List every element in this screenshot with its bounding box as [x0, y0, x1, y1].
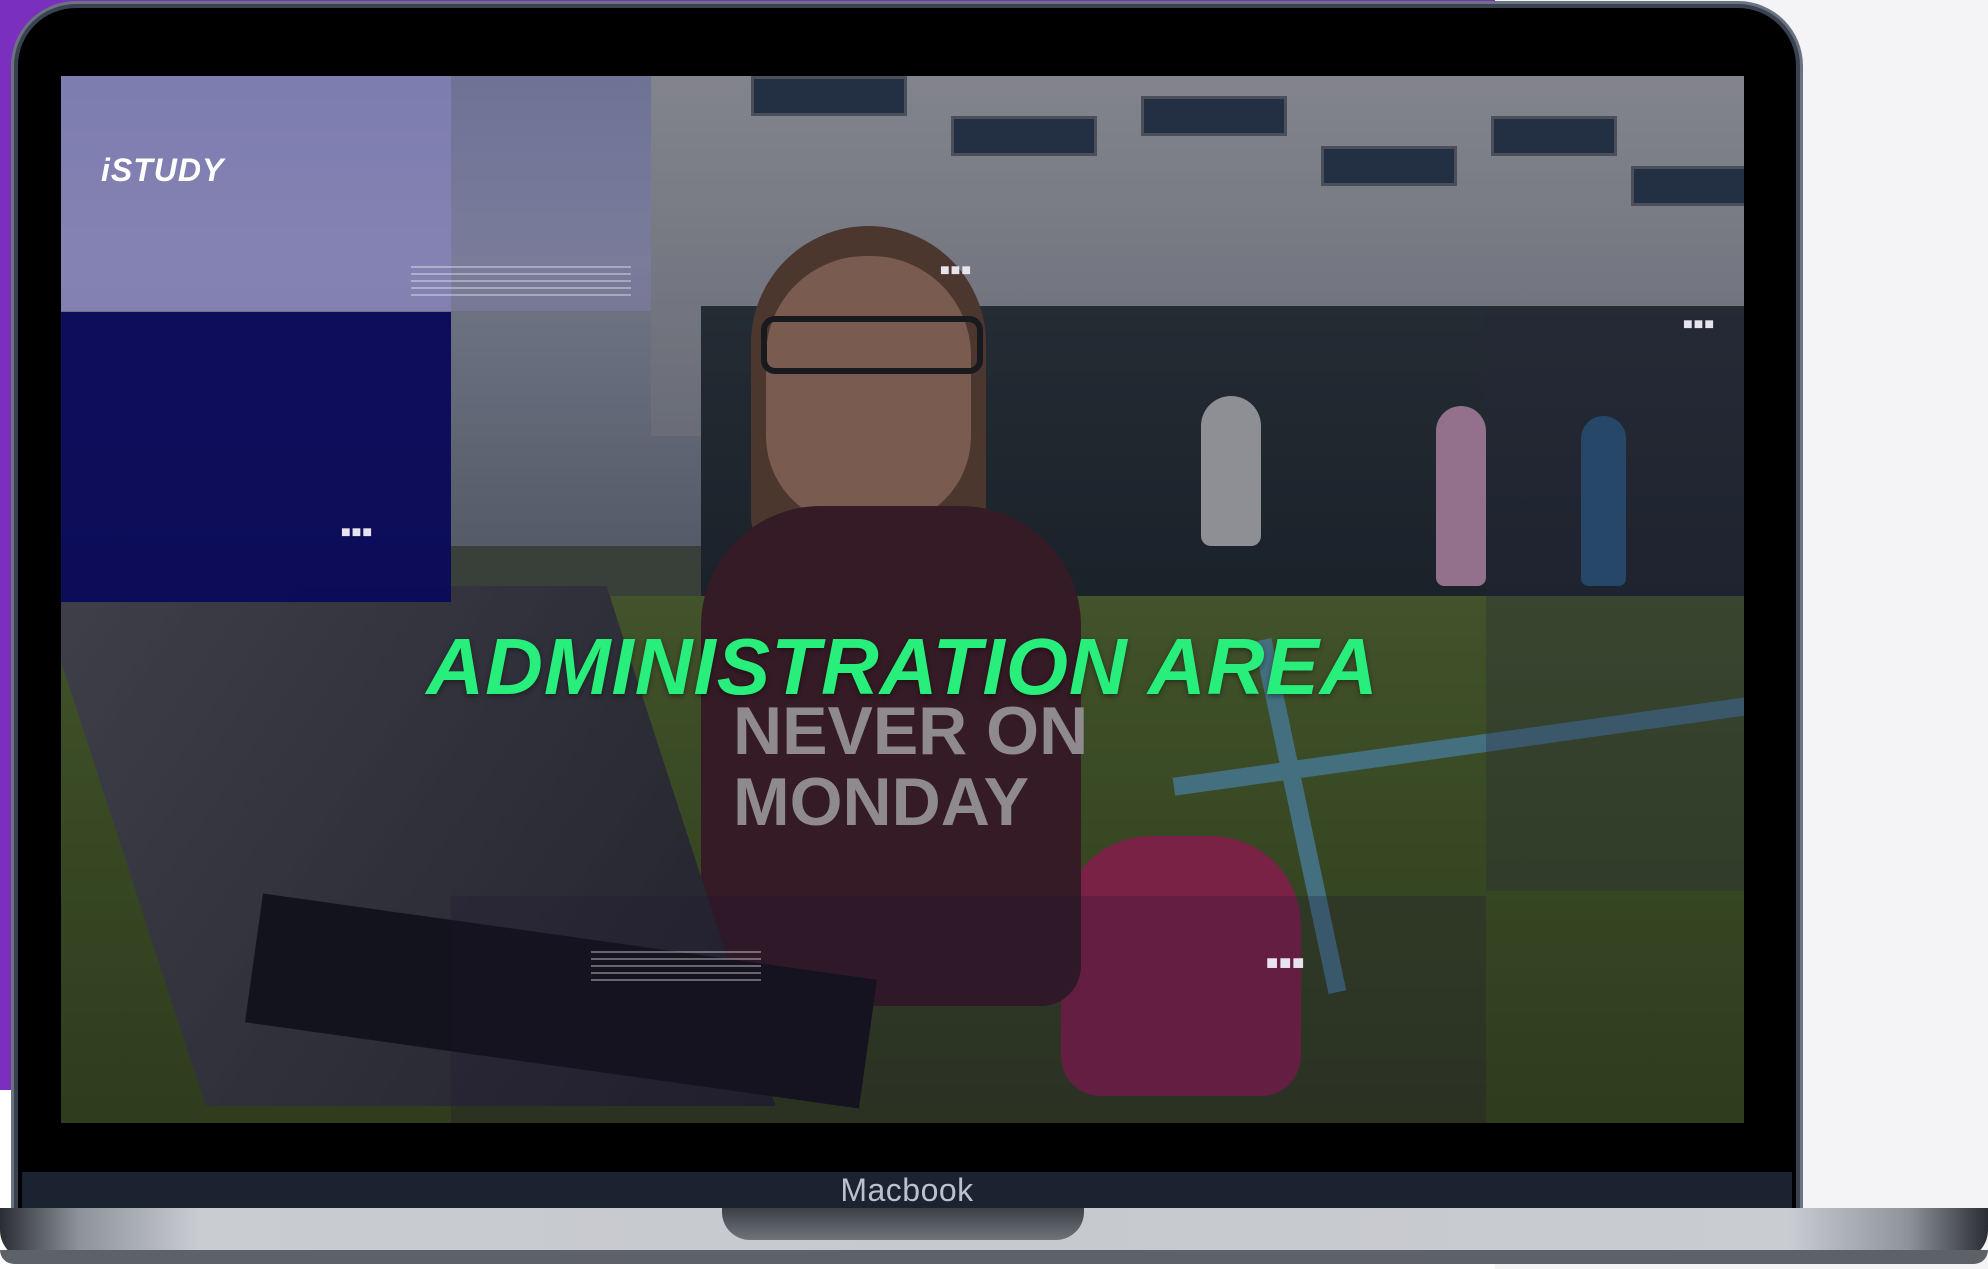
caption-text: [411, 266, 631, 296]
right-overlay-panel: [1486, 311, 1744, 891]
laptop-screen: NEVER ON MONDAY iSTUDY ■■■ ■■■ ■■■ ■■■ A…: [61, 76, 1744, 1123]
violet-overlay-panel: [61, 76, 451, 311]
dots-marker: ■■■: [940, 262, 972, 279]
headline: ADMINISTRATION AREA: [426, 622, 1379, 711]
istudy-logo: iSTUDY: [101, 152, 225, 188]
caption-text: [591, 951, 761, 981]
dots-marker: ■■■: [341, 524, 373, 541]
dots-marker: ■■■: [1683, 316, 1715, 333]
navy-overlay-panel: [61, 312, 451, 602]
laptop-base-lip: [0, 1250, 1988, 1264]
device-label: Macbook: [840, 1171, 974, 1208]
laptop-notch: [722, 1208, 1084, 1240]
dots-marker: ■■■: [1266, 952, 1306, 974]
bottom-overlay-panel: [451, 896, 1486, 1123]
laptop-chin: Macbook: [22, 1172, 1792, 1208]
